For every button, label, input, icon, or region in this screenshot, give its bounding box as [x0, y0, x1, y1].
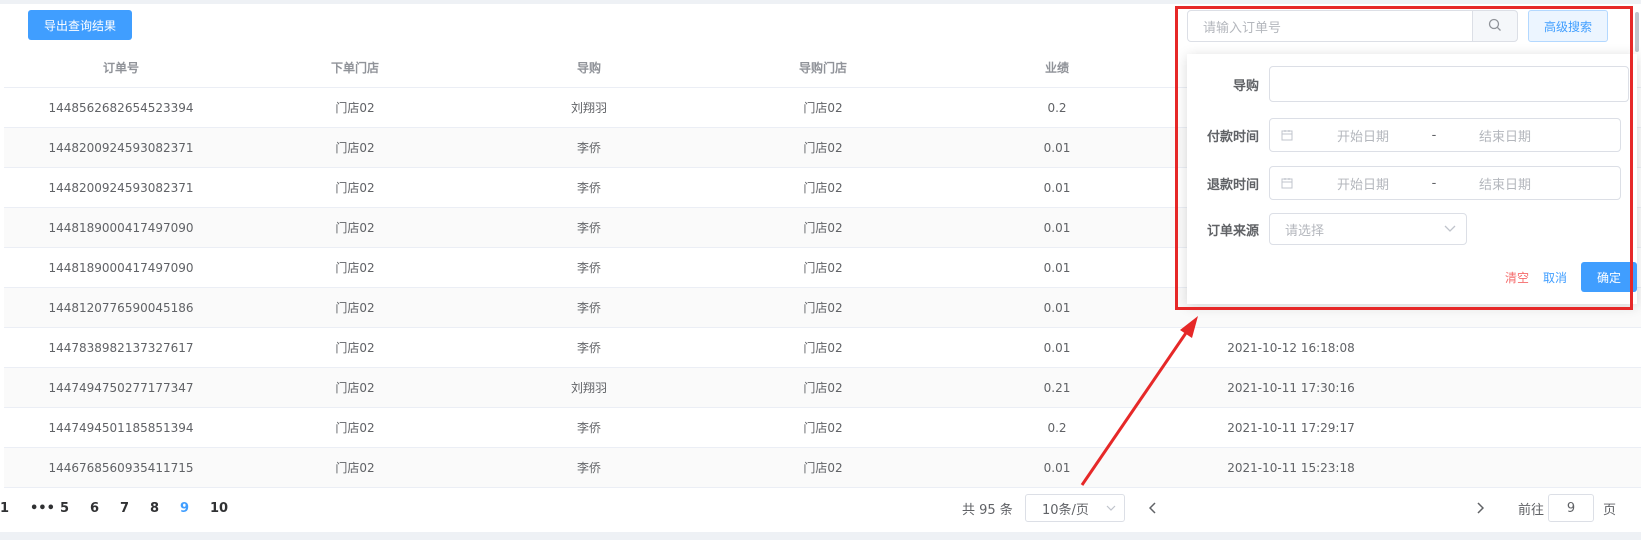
table-cell: 门店02 — [803, 341, 843, 355]
table-cell: 1448200924593082371 — [48, 140, 194, 155]
table-cell: 0.01 — [1043, 260, 1071, 275]
table-cell: 门店02 — [803, 181, 843, 195]
table-cell: 李侨 — [576, 181, 601, 195]
table-cell: 门店02 — [335, 181, 375, 195]
table-row[interactable]: 1446768560935411715 门店02 李侨 门店02 0.01 2021-10… — [4, 448, 1641, 488]
table-cell: 0.01 — [1043, 340, 1071, 355]
table-cell: 门店02 — [335, 341, 375, 355]
table-cell: 刘翔羽 — [570, 381, 607, 395]
table-cell: 1448200924593082371 — [48, 180, 194, 195]
export-results-button[interactable]: 导出查询结果 — [28, 10, 132, 40]
table-cell: 门店02 — [803, 101, 843, 115]
table-cell: 1448189000417497090 — [48, 260, 194, 275]
column-header: 订单号 — [102, 61, 139, 75]
table-cell: 门店02 — [803, 221, 843, 235]
table-cell: 0.01 — [1043, 300, 1071, 315]
goto-page-input[interactable]: 9 — [1548, 494, 1594, 522]
table-cell: 门店02 — [335, 301, 375, 315]
table-row[interactable]: 1447494501185851394 门店02 李侨 门店02 0.2 2021-10-… — [4, 408, 1641, 448]
annotation-highlight-box — [1175, 6, 1633, 310]
page-size-value: 10条/页 — [1042, 502, 1089, 518]
table-cell: 门店02 — [803, 301, 843, 315]
table-cell: 0.01 — [1043, 180, 1071, 195]
next-page-icon[interactable] — [1465, 494, 1495, 522]
table-row[interactable]: 1447494750277177347 门店02 刘翔羽 门店02 0.21 2021-1… — [4, 368, 1641, 408]
column-header: 导购门店 — [798, 61, 847, 75]
page-size-select[interactable]: 10条/页 — [1025, 494, 1125, 522]
table-cell: 门店02 — [335, 461, 375, 475]
more-pages-icon[interactable]: ••• — [30, 501, 60, 516]
table-cell: 门店02 — [335, 421, 375, 435]
table-cell: 0.01 — [1043, 220, 1071, 235]
table-cell: 李侨 — [576, 461, 601, 475]
table-cell: 门店02 — [803, 421, 843, 435]
table-cell: 1447838982137327617 — [48, 340, 194, 355]
goto-label: 前往 — [1518, 502, 1545, 518]
scrollbar[interactable] — [1635, 12, 1639, 52]
prev-page-icon[interactable] — [1138, 494, 1168, 522]
table-cell: 2021-10-11 15:23:18 — [1227, 460, 1355, 475]
table-cell: 1448189000417497090 — [48, 220, 194, 235]
table-cell: 李侨 — [576, 221, 601, 235]
table-cell: 门店02 — [803, 261, 843, 275]
table-cell: 2021-10-12 16:18:08 — [1227, 340, 1355, 355]
table-cell: 0.2 — [1047, 420, 1067, 435]
table-cell: 李侨 — [576, 261, 601, 275]
table-cell: 门店02 — [803, 381, 843, 395]
pagination-total: 共 95 条 — [962, 502, 1013, 518]
table-cell: 1448120776590045186 — [48, 300, 194, 315]
page-button[interactable]: 9 — [180, 501, 210, 516]
table-cell: 李侨 — [576, 141, 601, 155]
table-cell: 0.01 — [1043, 140, 1071, 155]
table-cell: 门店02 — [335, 141, 375, 155]
table-cell: 门店02 — [335, 101, 375, 115]
table-cell: 李侨 — [576, 341, 601, 355]
table-cell: 1446768560935411715 — [48, 460, 194, 475]
column-header: 下单门店 — [330, 61, 379, 75]
page-button[interactable]: 5 — [60, 501, 90, 516]
table-cell: 门店02 — [803, 141, 843, 155]
table-cell: 1447494501185851394 — [48, 420, 194, 435]
table-cell: 门店02 — [335, 221, 375, 235]
table-cell: 1448562682654523394 — [48, 100, 194, 115]
table-cell: 门店02 — [335, 381, 375, 395]
table-cell: 李侨 — [576, 421, 601, 435]
table-row[interactable]: 1447838982137327617 门店02 李侨 门店02 0.01 2021-10… — [4, 328, 1641, 368]
column-header: 业绩 — [1044, 61, 1069, 75]
table-cell: 李侨 — [576, 301, 601, 315]
page-button[interactable]: 7 — [120, 501, 150, 516]
table-cell: 刘翔羽 — [570, 101, 607, 115]
page-button[interactable]: 8 — [150, 501, 180, 516]
page-suffix: 页 — [1603, 502, 1617, 518]
table-cell: 2021-10-11 17:29:17 — [1227, 420, 1355, 435]
table-cell: 1447494750277177347 — [48, 380, 194, 395]
table-cell: 门店02 — [335, 261, 375, 275]
column-header: 导购 — [576, 61, 601, 75]
table-cell: 0.01 — [1043, 460, 1071, 475]
pagination: 共 95 条 10条/页 1 ••• 5 6 7 8 9 10 前往 9 页 — [0, 494, 1641, 524]
page-button[interactable]: 10 — [210, 501, 240, 516]
page-button[interactable]: 1 — [0, 501, 30, 516]
table-cell: 0.2 — [1047, 100, 1067, 115]
page-button[interactable]: 6 — [90, 501, 120, 516]
chevron-down-icon — [1106, 503, 1116, 514]
table-cell: 2021-10-11 17:30:16 — [1227, 380, 1355, 395]
table-cell: 门店02 — [803, 461, 843, 475]
table-cell: 0.21 — [1043, 380, 1071, 395]
